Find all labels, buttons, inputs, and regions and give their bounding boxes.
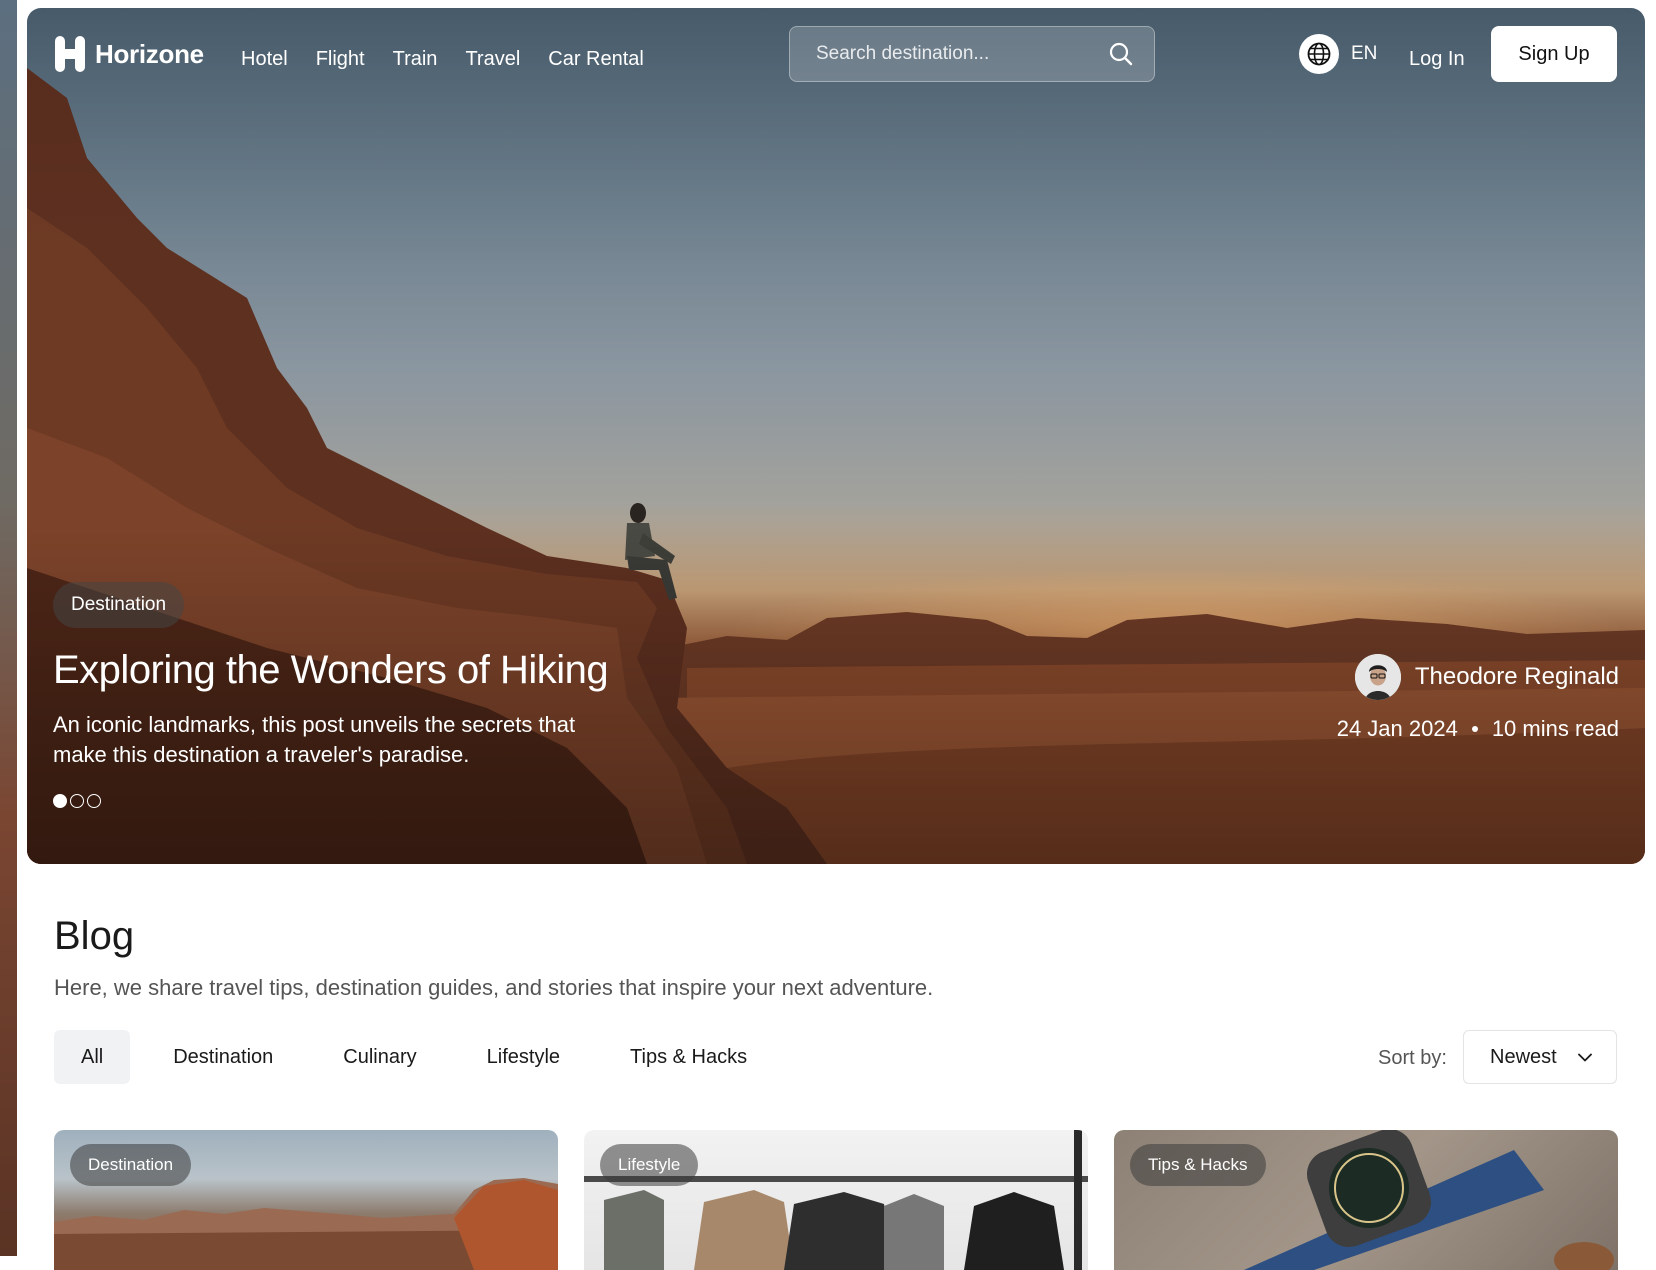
brand-name: Horizone <box>95 38 204 69</box>
hero-category-badge: Destination <box>53 582 185 628</box>
tab-culinary[interactable]: Culinary <box>316 1030 443 1084</box>
tab-lifestyle[interactable]: Lifestyle <box>460 1030 587 1084</box>
top-navigation: Horizone Hotel Flight Train Travel Car R… <box>27 8 1645 98</box>
tab-all[interactable]: All <box>54 1030 131 1084</box>
search-icon[interactable] <box>1108 41 1134 67</box>
page: Horizone Hotel Flight Train Travel Car R… <box>17 0 1656 1270</box>
main-menu: Hotel Flight Train Travel Car Rental <box>241 48 644 71</box>
hero-banner: Horizone Hotel Flight Train Travel Car R… <box>27 8 1645 864</box>
meta-separator <box>1471 726 1478 732</box>
tab-tips-hacks[interactable]: Tips & Hacks <box>603 1030 774 1084</box>
chevron-down-icon <box>1578 1053 1592 1061</box>
language-code: EN <box>1351 43 1378 64</box>
carousel-dot-2[interactable] <box>70 794 84 808</box>
card-category-badge: Destination <box>70 1144 192 1186</box>
category-tabs: All Destination Culinary Lifestyle Tips … <box>54 1030 790 1084</box>
carousel-dot-3[interactable] <box>87 794 101 808</box>
card-category-badge: Tips & Hacks <box>1130 1144 1266 1186</box>
blog-card[interactable]: Lifestyle <box>584 1130 1088 1270</box>
sort-value: Newest <box>1490 1045 1557 1068</box>
hero-description: An iconic landmarks, this post unveils t… <box>53 712 576 767</box>
tab-destination[interactable]: Destination <box>146 1030 300 1084</box>
background-edge <box>0 0 17 1256</box>
nav-link-car-rental[interactable]: Car Rental <box>548 48 644 71</box>
author-info[interactable]: Theodore Reginald <box>1354 654 1619 700</box>
blog-heading: Blog <box>54 914 135 958</box>
nav-link-train[interactable]: Train <box>393 48 438 71</box>
globe-icon <box>1299 34 1339 74</box>
sort-label: Sort by: <box>1378 1047 1447 1069</box>
blog-card[interactable]: Destination <box>54 1130 558 1270</box>
read-time: 10 mins read <box>1491 716 1619 741</box>
carousel-dot-1[interactable] <box>53 794 67 808</box>
brand-logo[interactable]: Horizone <box>53 34 204 74</box>
author-name: Theodore Reginald <box>1414 663 1619 690</box>
nav-link-travel[interactable]: Travel <box>465 48 520 71</box>
login-link[interactable]: Log In <box>1409 48 1465 71</box>
card-category-badge: Lifestyle <box>600 1144 699 1186</box>
author-avatar <box>1354 654 1401 700</box>
nav-link-flight[interactable]: Flight <box>316 48 365 71</box>
search-box <box>789 26 1155 82</box>
carousel-indicators <box>53 794 101 808</box>
post-date: 24 Jan 2024 <box>1336 716 1458 741</box>
blog-card[interactable]: Tips & Hacks <box>1114 1130 1618 1270</box>
sort-dropdown[interactable]: Newest <box>1463 1030 1617 1084</box>
blog-subtitle: Here, we share travel tips, destination … <box>54 975 934 1000</box>
language-selector[interactable]: EN <box>1299 34 1377 74</box>
horizone-logo-icon <box>55 36 85 72</box>
post-meta: 24 Jan 2024 10 mins read <box>1337 716 1619 742</box>
search-input[interactable] <box>816 43 1108 65</box>
hero-title[interactable]: Exploring the Wonders of Hiking <box>53 648 609 693</box>
nav-link-hotel[interactable]: Hotel <box>241 48 288 71</box>
signup-button[interactable]: Sign Up <box>1491 26 1617 82</box>
